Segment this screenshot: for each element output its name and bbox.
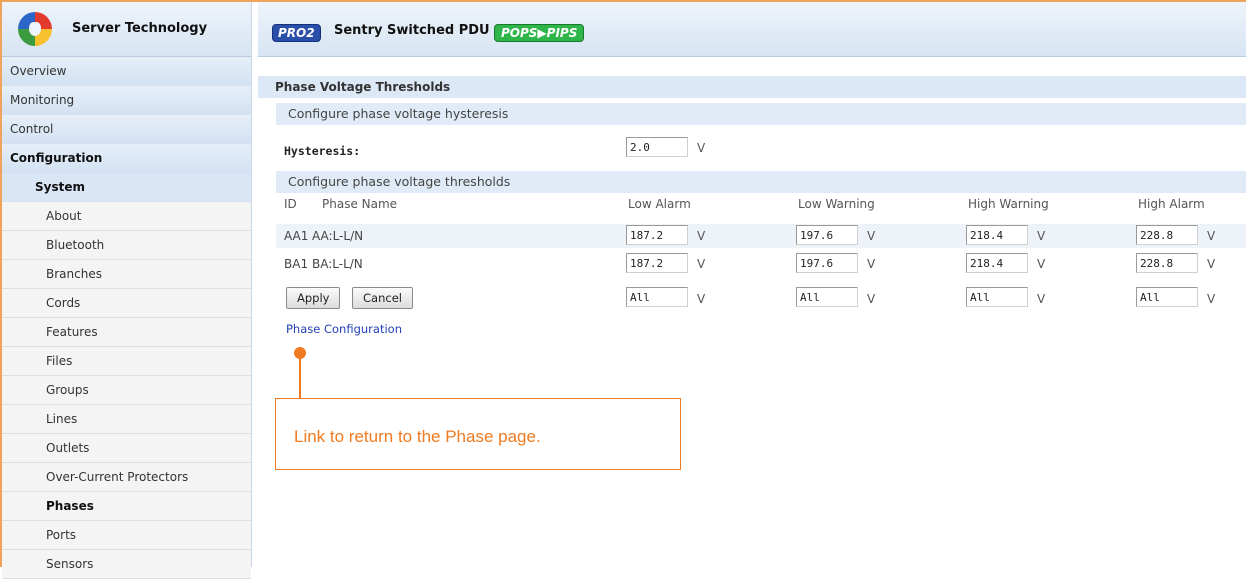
sidebar-item-phases[interactable]: Phases [2,492,251,521]
sidebar-item-bluetooth[interactable]: Bluetooth [2,231,251,260]
pops-pips-badge: POPS▶PIPS [494,24,585,42]
unit-label: V [1207,257,1216,271]
thresholds-section-header: Configure phase voltage thresholds [276,171,1246,193]
col-header-low-alarm: Low Alarm [628,197,691,211]
col-header-phase-name: Phase Name [322,197,398,211]
annotation-text: Link to return to the Phase page. [294,427,541,446]
unit-label: V [1037,257,1046,271]
unit-label: V [1207,229,1216,243]
row-phase-name: AA:L-L/N [312,229,364,243]
low-warning-input[interactable]: 197.6 [796,225,858,245]
hysteresis-label: Hysteresis: [284,144,361,158]
unit-label: V [867,257,876,271]
header-bar: PRO2 Sentry Switched PDU POPS▶PIPS [258,2,1246,57]
row-phase-name: BA:L-L/N [312,257,363,271]
high-warning-input[interactable]: 218.4 [966,225,1028,245]
unit-label: V [697,292,706,306]
unit-label: V [697,229,706,243]
sidebar-item-control[interactable]: Control [2,115,251,144]
pro-badge: PRO2 [272,24,321,42]
apply-button[interactable]: Apply [286,287,341,309]
low-alarm-all-input[interactable]: All [626,287,688,307]
high-alarm-input[interactable]: 228.8 [1136,253,1198,273]
cancel-button[interactable]: Cancel [352,287,413,309]
high-warning-input[interactable]: 218.4 [966,253,1028,273]
unit-label: V [867,292,876,306]
sidebar-item-over-current-protectors[interactable]: Over-Current Protectors [2,463,251,492]
sidebar-item-overview[interactable]: Overview [2,57,251,86]
hysteresis-section-header: Configure phase voltage hysteresis [276,103,1246,125]
col-header-id: ID [284,197,297,211]
sidebar-item-system[interactable]: System [2,173,251,202]
low-warning-input[interactable]: 197.6 [796,253,858,273]
row-id: AA1 [284,229,309,243]
hysteresis-unit: V [697,141,706,155]
sidebar-item-groups[interactable]: Groups [2,376,251,405]
sidebar-item-files[interactable]: Files [2,347,251,376]
col-header-high-warning: High Warning [968,197,1049,211]
sidebar-item-monitoring[interactable]: Monitoring [2,86,251,115]
low-alarm-input[interactable]: 187.2 [626,253,688,273]
logo-area: Server Technology [2,2,251,57]
unit-label: V [697,257,706,271]
sidebar-item-features[interactable]: Features [2,318,251,347]
col-header-high-alarm: High Alarm [1138,197,1205,211]
annotation-callout: Link to return to the Phase page. [275,398,681,470]
high-alarm-input[interactable]: 228.8 [1136,225,1198,245]
sidebar: Server Technology Overview Monitoring Co… [2,2,252,579]
high-alarm-all-input[interactable]: All [1136,287,1198,307]
product-title: Sentry Switched PDU [334,23,490,38]
annotation-leader-line [299,356,301,398]
sidebar-item-cords[interactable]: Cords [2,289,251,318]
low-warning-all-input[interactable]: All [796,287,858,307]
row-id: BA1 [284,257,309,271]
sidebar-item-sensors[interactable]: Sensors [2,550,251,579]
unit-label: V [1037,229,1046,243]
sidebar-item-branches[interactable]: Branches [2,260,251,289]
phase-configuration-link[interactable]: Phase Configuration [286,322,402,336]
unit-label: V [1207,292,1216,306]
high-warning-all-input[interactable]: All [966,287,1028,307]
unit-label: V [867,229,876,243]
unit-label: V [1037,292,1046,306]
page-title: Phase Voltage Thresholds [258,76,1246,98]
hysteresis-input[interactable]: 2.0 [626,137,688,157]
table-row [276,224,1246,248]
sidebar-item-lines[interactable]: Lines [2,405,251,434]
sidebar-item-ports[interactable]: Ports [2,521,251,550]
brand-name: Server Technology [72,21,208,36]
col-header-low-warning: Low Warning [798,197,875,211]
sidebar-item-configuration[interactable]: Configuration [2,144,251,173]
low-alarm-input[interactable]: 187.2 [626,225,688,245]
sidebar-item-about[interactable]: About [2,202,251,231]
sidebar-item-outlets[interactable]: Outlets [2,434,251,463]
server-technology-logo-icon [18,12,52,46]
